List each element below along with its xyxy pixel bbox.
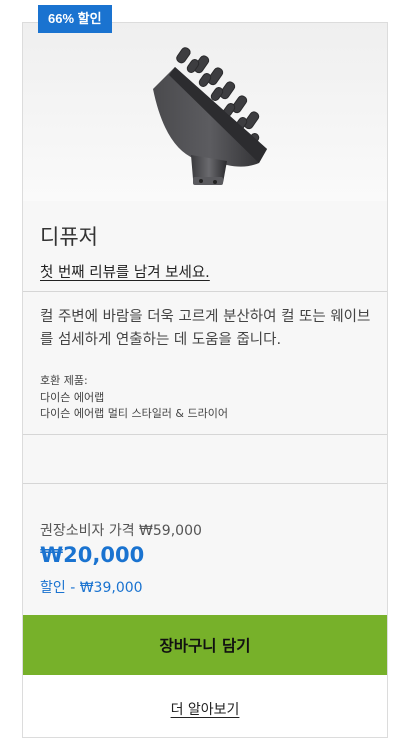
divider [23, 483, 387, 484]
learn-more-link[interactable]: 더 알아보기 [23, 699, 387, 719]
diffuser-product-image [153, 47, 267, 185]
recommended-retail-price: 권장소비자 가격 ₩59,000 [40, 523, 202, 539]
sale-price: ₩20,000 [40, 543, 145, 567]
product-description: 컬 주변에 바람을 더욱 고르게 분산하여 컬 또는 웨이브를 섬세하게 연출하… [40, 309, 371, 348]
write-review-link[interactable]: 첫 번째 리뷰를 남겨 보세요. [40, 261, 210, 282]
divider [23, 434, 387, 435]
product-image-area[interactable] [23, 23, 387, 201]
product-info: 디퓨저 첫 번째 리뷰를 남겨 보세요. [23, 201, 387, 291]
add-to-cart-button[interactable]: 장바구니 담기 [23, 615, 387, 675]
divider [23, 291, 387, 292]
product-card: 디퓨저 첫 번째 리뷰를 남겨 보세요. 컬 주변에 바람을 더욱 고르게 분산… [22, 22, 388, 738]
discount-amount: 할인 - ₩39,000 [40, 580, 143, 596]
product-title: 디퓨저 [40, 225, 98, 249]
compatible-product: 다이슨 에어랩 [40, 390, 105, 404]
discount-badge: 66% 할인 [38, 5, 112, 33]
compatibility-heading: 호환 제품: [40, 374, 88, 387]
compatible-product: 다이슨 에어랩 멀티 스타일러 & 드라이어 [40, 407, 228, 420]
compatibility-list: 호환 제품: 다이슨 에어랩 다이슨 에어랩 멀티 스타일러 & 드라이어 [40, 373, 228, 423]
